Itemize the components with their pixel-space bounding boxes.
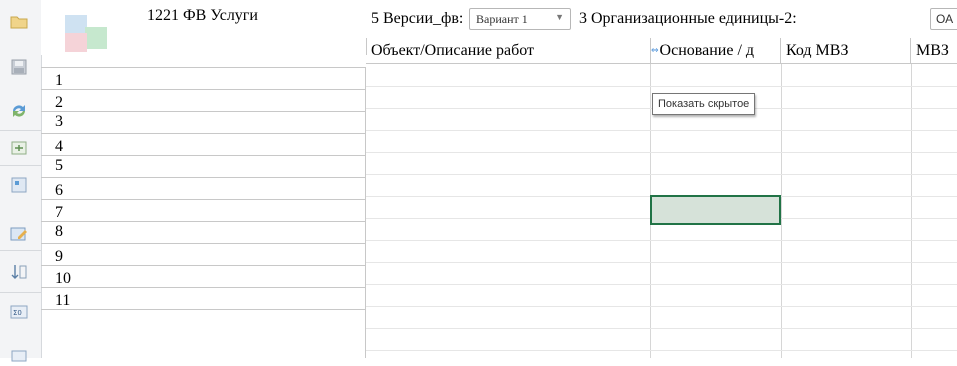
- row-header[interactable]: 3: [41, 111, 366, 133]
- row-header[interactable]: 2: [41, 89, 366, 111]
- edit-icon[interactable]: [9, 224, 29, 244]
- row-header[interactable]: 6: [41, 177, 366, 199]
- export-icon[interactable]: [9, 138, 29, 158]
- chevron-down-icon: ▼: [555, 12, 564, 22]
- org-unit-param-label: 3 Организационные единицы-2:: [579, 10, 797, 27]
- row-header[interactable]: 7: [41, 199, 366, 221]
- row-header[interactable]: 9: [41, 243, 366, 265]
- selected-cell[interactable]: [650, 195, 781, 225]
- tooltip: Показать скрытое: [652, 93, 756, 115]
- more-icon[interactable]: [9, 346, 29, 366]
- org-unit-select-value: ОА: [936, 12, 954, 26]
- column-header-label: Основание / д: [659, 42, 755, 59]
- left-toolbar: Σ0: [0, 0, 42, 362]
- row-headers: 1 2 3 4 5 6 7 8 9 10 11: [41, 55, 366, 358]
- row-header[interactable]: 11: [41, 287, 366, 309]
- open-folder-icon[interactable]: [9, 12, 29, 32]
- row-header-filler: [41, 309, 366, 358]
- report-header: 1221 ФВ Услуги: [41, 0, 367, 55]
- svg-text:Σ0: Σ0: [13, 309, 22, 317]
- column-header[interactable]: Объект/Описание работ: [366, 38, 651, 64]
- row-header[interactable]: 10: [41, 265, 366, 287]
- org-unit-select[interactable]: ОА: [930, 8, 957, 30]
- row-header[interactable]: 4: [41, 133, 366, 155]
- version-select[interactable]: Вариант 1 ▼: [469, 8, 571, 30]
- version-param-label: 5 Версии_фв:: [371, 10, 464, 27]
- sort-icon[interactable]: [9, 262, 29, 282]
- column-header[interactable]: МВЗ: [911, 38, 957, 64]
- report-title: 1221 ФВ Услуги: [147, 7, 258, 24]
- row-header[interactable]: 1: [41, 67, 366, 89]
- column-header[interactable]: ⇔Основание / д: [651, 38, 781, 64]
- row-header[interactable]: 8: [41, 221, 366, 243]
- parameter-bar: 5 Версии_фв: Вариант 1 ▼ 3 Организационн…: [366, 0, 957, 38]
- version-select-value: Вариант 1: [476, 12, 528, 26]
- refresh-icon[interactable]: [9, 101, 29, 121]
- report-logo-icon: [65, 15, 107, 52]
- form-icon[interactable]: [9, 175, 29, 195]
- row-header[interactable]: 5: [41, 155, 366, 177]
- save-icon[interactable]: [9, 57, 29, 77]
- column-headers: Объект/Описание работ ⇔Основание / д Код…: [366, 38, 957, 64]
- sum-icon[interactable]: Σ0: [9, 302, 29, 322]
- column-header[interactable]: Код МВЗ: [781, 38, 911, 64]
- expand-hidden-icon[interactable]: ⇔: [651, 38, 659, 64]
